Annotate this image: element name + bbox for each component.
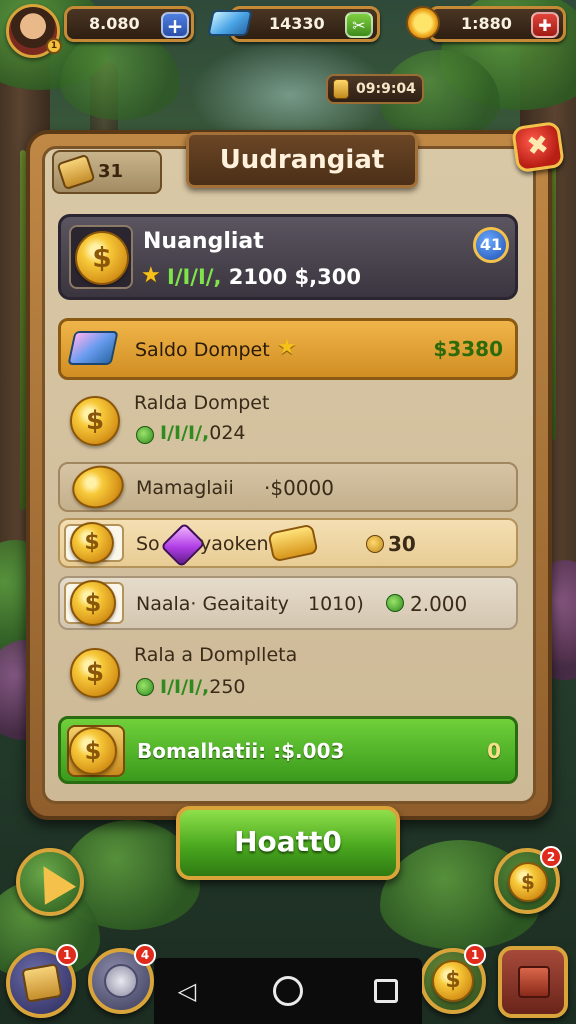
list-item-label: Ralda Dompet (134, 392, 270, 414)
leaf-icon (136, 426, 154, 444)
recent-apps-icon[interactable] (374, 979, 398, 1003)
hourglass-icon (333, 79, 349, 99)
arrow-icon (27, 857, 77, 905)
list-item-sub-green: I/I/I/, (160, 422, 210, 444)
purple-gem-icon (160, 522, 206, 568)
star-icon: ★ (141, 263, 161, 288)
star-icon: ★ (277, 335, 297, 360)
coin-stack-icon (267, 523, 319, 563)
hero-card-name: Nuangliat (143, 229, 264, 254)
coin-icon: $ (432, 960, 474, 1002)
coin-icon: $ (75, 231, 129, 285)
hero-card-sub-green: I/I/I/, (167, 265, 222, 289)
inventory-notification-badge: 1 (56, 944, 78, 966)
rewards-notification-badge: 2 (540, 846, 562, 868)
coin-icon: $ (70, 522, 114, 564)
shop-notification-badge: 1 (464, 944, 486, 966)
list-item-label-prefix: So (136, 533, 160, 555)
add-coins-button[interactable]: + (161, 12, 189, 38)
event-timer: 09:9:04 (326, 74, 424, 104)
leaf-icon (386, 594, 404, 612)
close-button[interactable]: ✖ (511, 120, 565, 174)
coin-icon: $ (69, 727, 117, 775)
list-item-sub-green: I/I/I/, (160, 676, 210, 698)
hero-icon-box: $ (69, 225, 133, 289)
compass-notification-badge: 4 (134, 944, 156, 966)
coin-icon: $ (70, 396, 120, 446)
list-item-ralda-dompet[interactable]: $ Ralda Dompet I/I/I/,024 (58, 390, 518, 456)
list-item-label-suffix: yaoken (200, 533, 269, 555)
list-item-total[interactable]: $ Bomalhatii: :$.003 0 (58, 716, 518, 784)
gift-icon (518, 966, 550, 998)
energy-value: 1:880 (461, 14, 512, 33)
box-icon (21, 963, 63, 1003)
leaf-icon (136, 678, 154, 696)
list-item-amount: 0 (487, 739, 501, 763)
gems-action-button[interactable]: ✂ (345, 12, 373, 38)
coin-icon: $ (508, 862, 548, 902)
list-item-soyaoken[interactable]: $ So yaoken 30 (58, 518, 518, 568)
gem-icon (207, 10, 253, 36)
gold-token-icon (366, 535, 384, 553)
list-item-rala-domplleta[interactable]: $ Rala a Domplleta I/I/I/,250 (58, 640, 518, 710)
list-item-sub: I/I/I/,024 (160, 422, 246, 444)
list-item-label: Saldo Dompet (135, 339, 270, 361)
energy-counter: 1:880 ✚ (428, 6, 566, 42)
list-item-amount: 2.000 (410, 592, 468, 616)
panel-tag-value: 31 (98, 161, 124, 182)
coins-counter: 8.080 + (64, 6, 194, 42)
coin-icon: $ (70, 648, 120, 698)
panel-tag: 31 (52, 150, 162, 194)
home-icon[interactable] (273, 976, 303, 1006)
back-icon[interactable]: ◁ (172, 976, 202, 1006)
hero-card-sub-value: 2100 $,300 (228, 265, 361, 289)
list-item-sub-value: 024 (209, 422, 246, 444)
gems-counter: 14330 ✂ (230, 6, 380, 42)
list-item-label: Rala a Domplleta (134, 644, 298, 666)
list-item-label: Naala· Geaitaity (136, 593, 289, 615)
panel-title: Uudrangiat (186, 132, 418, 188)
gems-value: 14330 (269, 14, 325, 33)
list-item-amount: $3380 (433, 337, 503, 361)
hero-card-badge: 41 (473, 227, 509, 263)
compass-icon (104, 964, 138, 998)
list-item-mamaglaii[interactable]: Mamaglaii ·$0000 (58, 460, 518, 514)
top-resource-bar: 1 8.080 + 14330 ✂ 1:880 ✚ (0, 0, 576, 60)
list-item-sub: I/I/I/,250 (160, 676, 246, 698)
list-item-label: Mamaglaii (136, 477, 234, 499)
list-item-saldo-dompet[interactable]: Saldo Dompet ★ $3380 (58, 318, 518, 380)
list-item-sub-value: 250 (209, 676, 246, 698)
list-item-label: Bomalhatii: :$.003 (137, 739, 345, 763)
coin-icon: $ (70, 580, 116, 626)
avatar-level-badge: 1 (46, 38, 62, 54)
list-item-amount: ·$0000 (264, 476, 334, 500)
hero-card-sub: I/I/I/, 2100 $,300 (167, 265, 361, 289)
list-item-naala-geaitaity[interactable]: $ Naala· Geaitaity 1010) 2.000 (58, 576, 518, 630)
gift-button[interactable] (498, 946, 568, 1018)
coin-bundle-icon (56, 153, 96, 191)
coin-icon (67, 460, 129, 514)
primary-action-button[interactable]: Hoatt0 (176, 806, 400, 880)
list-item-amount: 30 (388, 532, 416, 556)
sun-energy-icon (406, 6, 440, 40)
map-compass-button[interactable] (16, 848, 84, 916)
crystal-icon (67, 331, 119, 365)
system-navigation-bar: ◁ (154, 958, 422, 1024)
list-item-mid: 1010) (308, 593, 364, 615)
hero-wallet-card[interactable]: $ Nuangliat ★ I/I/I/, 2100 $,300 41 (58, 214, 518, 300)
energy-action-button[interactable]: ✚ (531, 12, 559, 38)
timer-value: 09:9:04 (356, 81, 416, 97)
coins-value: 8.080 (89, 14, 140, 33)
